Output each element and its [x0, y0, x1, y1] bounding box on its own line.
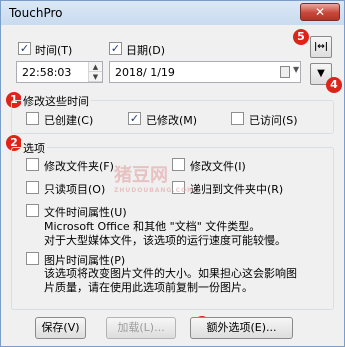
calendar-icon[interactable]	[280, 66, 290, 78]
time-checkbox-label: 时间(T)	[35, 44, 73, 57]
file-time-attr-checkbox[interactable]	[26, 204, 39, 217]
accessed-label: 已访问(S)	[249, 114, 298, 127]
chevron-down-icon: ▼	[317, 68, 325, 79]
options-title: 选项	[21, 140, 47, 156]
modify-folder-checkbox[interactable]	[26, 158, 39, 171]
window-title: TouchPro	[9, 6, 63, 20]
extra-options-button[interactable]: 额外选项(E)...	[190, 317, 293, 339]
watermark-line2: ZHUDOUBANG.COM	[114, 187, 195, 194]
load-button[interactable]: 加载(L)...	[106, 317, 176, 339]
spin-down-icon[interactable]: ▼	[89, 72, 102, 82]
time-checkbox[interactable]: ✓	[18, 42, 31, 55]
arrows-horizontal-icon: |↔|	[313, 42, 329, 52]
file-time-attr-label: 文件时间属性(U)	[44, 206, 127, 219]
image-time-desc-1: 该选项将改变图片文件的大小。如果担心这会影响图	[44, 267, 297, 280]
file-time-desc-1: Microsoft Office 和其他 "文档" 文件类型。	[44, 220, 261, 233]
modify-times-title: 修改这些时间	[21, 93, 91, 109]
date-checkbox-label: 日期(D)	[126, 44, 166, 57]
modify-folder-label: 修改文件夹(F)	[44, 160, 114, 173]
time-input[interactable]: 22:58:03 ▲ ▼	[16, 61, 103, 83]
expand-width-button[interactable]: |↔|	[310, 36, 332, 58]
accessed-checkbox[interactable]	[231, 112, 244, 125]
image-time-attr-label: 图片时间属性(P)	[44, 254, 126, 267]
watermark-logo: 猪豆网 ZHUDOUBANG.COM	[114, 161, 244, 201]
image-time-desc-2: 片质量，请在使用此选项前复制一份图片。	[44, 281, 253, 294]
time-spinner[interactable]: ▲ ▼	[88, 62, 102, 82]
time-value: 22:58:03	[22, 66, 72, 79]
badge-5: 5	[293, 29, 309, 45]
modified-label: 已修改(M)	[146, 114, 198, 127]
badge-4: 4	[326, 77, 342, 93]
save-button[interactable]: 保存(V)	[35, 317, 86, 339]
date-checkbox[interactable]: ✓	[109, 42, 122, 55]
image-time-attr-checkbox[interactable]	[26, 252, 39, 265]
created-checkbox[interactable]	[26, 112, 39, 125]
created-label: 已创建(C)	[44, 114, 94, 127]
date-input[interactable]: 2018/ 1/19 ▼	[109, 61, 301, 83]
close-button[interactable]: ✕	[300, 3, 340, 21]
readonly-label: 只读项目(O)	[44, 183, 106, 196]
file-time-desc-2: 对于大型媒体文件，该选项的运行速度可能较慢。	[44, 234, 286, 247]
dropdown-arrow-icon[interactable]: ▼	[293, 65, 299, 74]
touchpro-window: TouchPro ✕ ✓ 时间(T) ✓ 日期(D) 22:58:03 ▲ ▼ …	[0, 0, 345, 347]
spin-up-icon[interactable]: ▲	[89, 62, 102, 72]
modified-checkbox[interactable]: ✓	[128, 112, 141, 125]
title-bar: TouchPro ✕	[1, 1, 344, 25]
date-value: 2018/ 1/19	[115, 66, 175, 79]
readonly-checkbox[interactable]	[26, 181, 39, 194]
watermark-line1: 猪豆网	[114, 165, 168, 186]
